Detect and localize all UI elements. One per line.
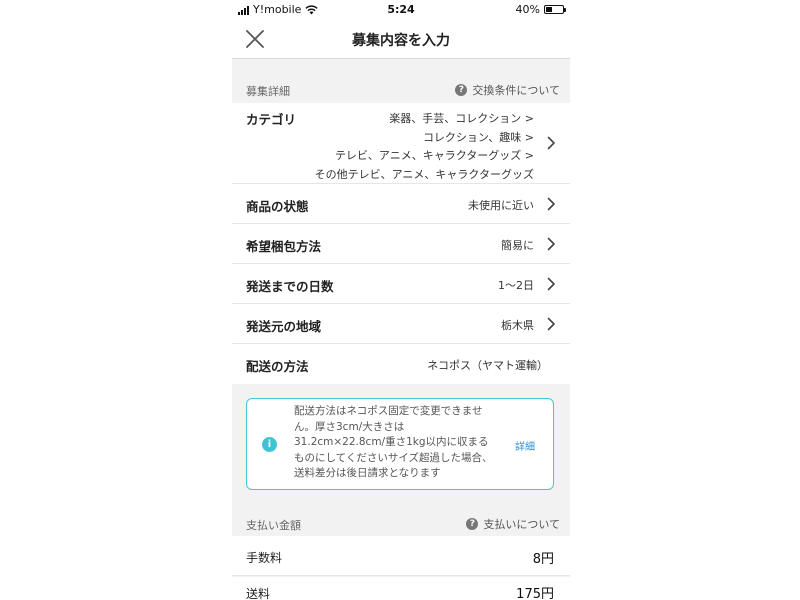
battery-icon (544, 5, 566, 14)
shipping-fee-value: 175円 (516, 587, 554, 600)
details-list: カテゴリ 楽器、手芸、コレクション > コレクション、趣味 > テレビ、アニメ、… (232, 103, 570, 384)
phone-screen: Y!mobile 5:24 40% 募集内容を入力 募集詳細 ? 交換条件につい… (232, 0, 570, 600)
shipping-days-value: 1〜2日 (498, 279, 534, 292)
exchange-terms-link-text: 交換条件について (472, 84, 560, 97)
category-line: 楽器、手芸、コレクション > (389, 112, 534, 125)
question-icon: ? (455, 84, 468, 96)
info-line: ん。厚さ3cm/大きさは (294, 420, 405, 433)
category-line: その他テレビ、アニメ、キャラクターグッズ (314, 167, 534, 181)
question-icon: ? (466, 518, 479, 530)
packing-label: 希望梱包方法 (246, 239, 322, 254)
battery-fill (546, 7, 553, 12)
info-line: 31.2cm×22.8cm/重さ1kg以内に収まる (294, 436, 489, 448)
info-line: 配送方法はネコポス固定で変更できませ (294, 405, 483, 417)
chevron-right-icon (547, 197, 555, 211)
shipping-info-box: i 配送方法はネコポス固定で変更できませ ん。厚さ3cm/大きさは 31.2cm… (246, 398, 554, 490)
shipping-fee-row: 送料 175円 (232, 577, 570, 600)
chevron-right-icon (547, 237, 555, 251)
row-region[interactable]: 発送元の地域 栃木県 (232, 304, 570, 344)
region-label: 発送元の地域 (246, 319, 322, 334)
fee-value: 8円 (532, 552, 554, 567)
category-line: コレクション、趣味 > (422, 130, 534, 144)
row-packing[interactable]: 希望梱包方法 簡易に (232, 224, 570, 264)
shipping-method-label: 配送の方法 (246, 359, 309, 374)
row-shipping-method: 配送の方法 ネコポス（ヤマト運輸） (232, 344, 570, 384)
status-bar: Y!mobile 5:24 40% (232, 0, 570, 20)
category-line: テレビ、アニメ、キャラクターグッズ > (334, 149, 534, 162)
nav-bar: 募集内容を入力 (232, 20, 570, 59)
info-icon: i (262, 437, 277, 452)
details-section-header: 募集詳細 ? 交換条件について (232, 76, 570, 102)
condition-label: 商品の状態 (246, 199, 309, 214)
fee-label: 手数料 (246, 551, 283, 565)
shipping-method-value: ネコポス（ヤマト運輸） (427, 359, 548, 372)
row-condition[interactable]: 商品の状態 未使用に近い (232, 184, 570, 224)
condition-value: 未使用に近い (468, 199, 534, 212)
info-line: ものにしてくださいサイズ超過した場合、 (294, 451, 493, 464)
battery-percent: 40% (515, 3, 540, 16)
shipping-info-text: 配送方法はネコポス固定で変更できませ ん。厚さ3cm/大きさは 31.2cm×2… (294, 404, 504, 482)
row-category[interactable]: カテゴリ 楽器、手芸、コレクション > コレクション、趣味 > テレビ、アニメ、… (232, 103, 570, 184)
fee-row: 手数料 8円 (232, 536, 570, 576)
payment-section-header: 支払い金額 ? 支払いについて (232, 510, 570, 536)
details-section-label: 募集詳細 (246, 85, 290, 98)
page-title: 募集内容を入力 (352, 33, 450, 49)
payment-info-link-text: 支払いについて (483, 518, 560, 531)
shipping-fee-label: 送料 (246, 587, 271, 600)
shipping-days-label: 発送までの日数 (246, 279, 334, 294)
details-link[interactable]: 詳細 (515, 438, 535, 453)
info-line: 送料差分は後日請求となります (294, 467, 441, 479)
category-value: 楽器、手芸、コレクション > コレクション、趣味 > テレビ、アニメ、キャラクタ… (315, 110, 534, 184)
chevron-right-icon (547, 136, 555, 150)
packing-value: 簡易に (501, 239, 534, 252)
payment-info-link[interactable]: ? 支払いについて (466, 516, 560, 532)
chevron-right-icon (547, 317, 555, 331)
chevron-right-icon (547, 277, 555, 291)
row-shipping-days[interactable]: 発送までの日数 1〜2日 (232, 264, 570, 304)
status-right: 40% (515, 3, 566, 16)
category-label: カテゴリ (246, 112, 297, 127)
exchange-terms-link[interactable]: ? 交換条件について (455, 82, 560, 98)
payment-section-label: 支払い金額 (246, 519, 301, 532)
region-value: 栃木県 (501, 319, 534, 332)
